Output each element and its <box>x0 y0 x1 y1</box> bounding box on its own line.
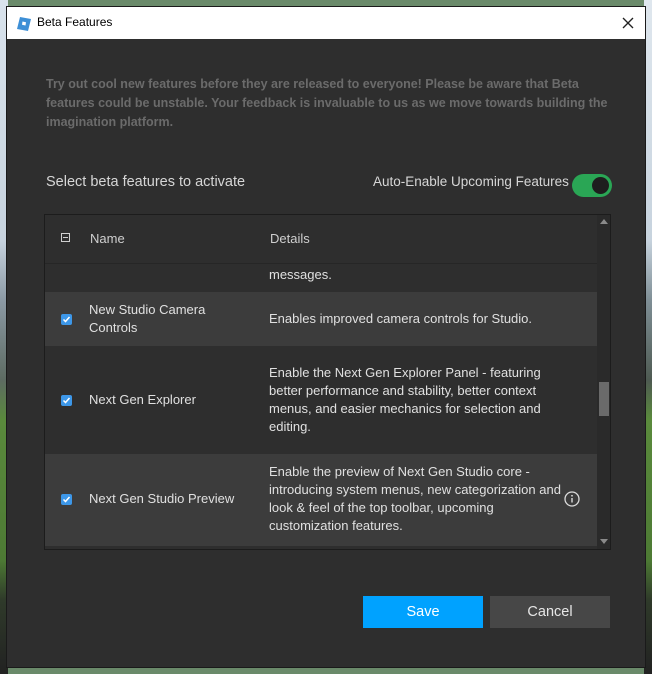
feature-details: Enables improved camera controls for Stu… <box>269 311 533 326</box>
feature-checkbox[interactable] <box>61 314 72 325</box>
scrollbar-thumb[interactable] <box>599 382 609 416</box>
auto-enable-label: Auto-Enable Upcoming Features <box>373 174 569 189</box>
feature-details: Enable the preview of Next Gen Studio co… <box>269 464 561 533</box>
save-button[interactable]: Save <box>363 596 483 628</box>
cancel-button[interactable]: Cancel <box>490 596 610 628</box>
intro-description: Try out cool new features before they ar… <box>46 77 608 129</box>
feature-details: messages. <box>269 267 332 282</box>
toggle-knob <box>592 177 609 194</box>
feature-details: Enable the Next Gen Explorer Panel - fea… <box>269 365 541 434</box>
info-icon[interactable] <box>564 491 580 507</box>
feature-checkbox[interactable] <box>61 395 72 406</box>
column-header-name: Name <box>90 231 125 246</box>
scroll-up-arrow-icon[interactable] <box>600 219 608 224</box>
feature-name: Next Gen Explorer <box>89 392 196 407</box>
close-icon <box>622 14 634 33</box>
section-label: Select beta features to activate <box>46 174 246 190</box>
feature-name: New Studio Camera Controls <box>89 302 206 335</box>
close-button[interactable] <box>611 7 645 39</box>
table-row[interactable]: Next Gen Studio Preview Enable the previ… <box>45 454 597 546</box>
title-bar: Beta Features <box>7 7 645 39</box>
dialog-title: Beta Features <box>37 15 113 29</box>
scroll-down-arrow-icon[interactable] <box>600 539 608 544</box>
auto-enable-toggle[interactable] <box>572 174 612 197</box>
feature-name: Next Gen Studio Preview <box>89 491 235 506</box>
select-all-checkbox[interactable] <box>61 233 70 242</box>
beta-features-table: Name Details messages. New Studio Camera… <box>44 214 611 550</box>
table-scrollbar[interactable] <box>597 215 610 549</box>
table-row[interactable]: Next Gen Explorer Enable the Next Gen Ex… <box>45 346 597 454</box>
beta-features-dialog: Beta Features Try out cool new features … <box>6 6 646 668</box>
table-row: messages. <box>45 264 597 292</box>
table-row[interactable]: New Studio Camera Controls Enables impro… <box>45 292 597 346</box>
table-header: Name Details <box>45 215 597 264</box>
feature-checkbox[interactable] <box>61 494 72 505</box>
roblox-studio-logo-icon <box>17 16 31 31</box>
column-header-details: Details <box>270 231 310 246</box>
